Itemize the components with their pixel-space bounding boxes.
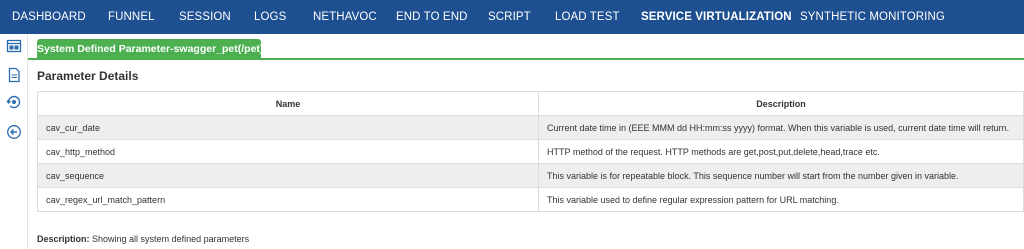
cell-description: This variable is for repeatable block. T… [538, 163, 1024, 188]
cell-name: cav_regex_url_match_pattern [37, 187, 539, 212]
cell-name: cav_cur_date [37, 115, 539, 140]
column-header-name[interactable]: Name [37, 91, 539, 116]
cell-description: This variable used to define regular exp… [538, 187, 1024, 212]
section-title: Parameter Details [37, 69, 139, 83]
cell-description: Current date time in (EEE MMM dd HH:mm:s… [538, 115, 1024, 140]
back-arrow-icon[interactable] [6, 124, 22, 140]
nav-service-virtualization[interactable]: SERVICE VIRTUALIZATION [641, 0, 792, 34]
nav-session[interactable]: SESSION [179, 0, 231, 34]
footer-description: Description: Showing all system defined … [37, 234, 249, 244]
table-row[interactable]: cav_sequence This variable is for repeat… [37, 163, 1024, 188]
table-row[interactable]: cav_regex_url_match_pattern This variabl… [37, 187, 1024, 212]
cell-name: cav_sequence [37, 163, 539, 188]
parameter-table: Name Description cav_cur_date Current da… [37, 91, 1024, 212]
left-sidebar [0, 34, 28, 249]
footer-description-text: Showing all system defined parameters [92, 234, 250, 244]
document-icon[interactable] [6, 67, 22, 83]
tab-strip: System Defined Parameter-swagger_pet(/pe… [28, 34, 1024, 60]
nav-end-to-end[interactable]: END TO END [396, 0, 468, 34]
top-navigation: DASHBOARD FUNNEL SESSION LOGS NETHAVOC E… [0, 0, 1024, 34]
nav-dashboard[interactable]: DASHBOARD [12, 0, 86, 34]
refresh-eye-icon[interactable] [6, 94, 22, 110]
cell-name: cav_http_method [37, 139, 539, 164]
nav-script[interactable]: SCRIPT [488, 0, 531, 34]
nav-load-test[interactable]: LOAD TEST [555, 0, 620, 34]
nav-nethavoc[interactable]: NETHAVOC [313, 0, 377, 34]
column-header-description[interactable]: Description [538, 91, 1024, 116]
layout-icon[interactable] [6, 38, 22, 54]
nav-funnel[interactable]: FUNNEL [108, 0, 155, 34]
table-row[interactable]: cav_http_method HTTP method of the reque… [37, 139, 1024, 164]
table-row[interactable]: cav_cur_date Current date time in (EEE M… [37, 115, 1024, 140]
nav-logs[interactable]: LOGS [254, 0, 286, 34]
table-header-row: Name Description [37, 91, 1024, 116]
cell-description: HTTP method of the request. HTTP methods… [538, 139, 1024, 164]
nav-synthetic-monitoring[interactable]: SYNTHETIC MONITORING [800, 0, 945, 34]
footer-description-label: Description: [37, 234, 90, 244]
tab-system-defined-parameter[interactable]: System Defined Parameter-swagger_pet(/pe… [37, 39, 263, 60]
